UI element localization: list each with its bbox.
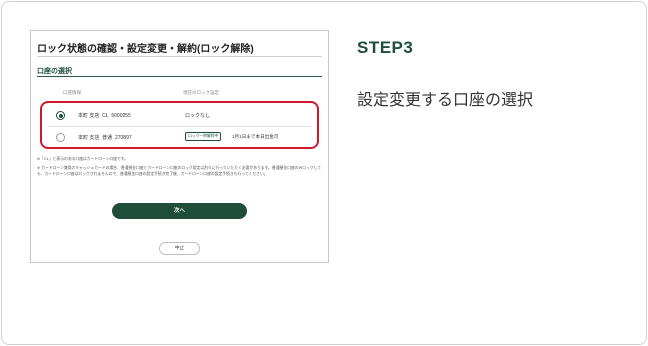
account-type: CL: [102, 113, 109, 119]
account-row[interactable]: 本町 支店 CL 5000255 ロックなし: [44, 105, 315, 126]
account-type: 普通: [102, 135, 113, 141]
step-title: STEP3: [357, 38, 414, 57]
column-header-account: 口座情報: [63, 90, 81, 95]
note-text: ※ カードローン兼用のキャッシュカードの場合、普通預金口座とカードローン口座のロ…: [37, 166, 322, 176]
account-number: 5000255: [111, 113, 131, 119]
account-radio-selected[interactable]: [56, 111, 65, 120]
lock-status-badge: ロック一時解除中: [185, 132, 222, 141]
account-selection-highlight: 本町 支店 CL 5000255 ロックなし 本町 支店 普通 270897 ロ…: [40, 101, 319, 149]
title-divider: [37, 56, 322, 57]
lock-status: 1月1日まで本日出金可: [232, 134, 279, 139]
account-branch: 本町 支店: [78, 113, 100, 119]
step-description: 設定変更する口座の選択: [357, 92, 534, 109]
column-header-status: 現在のロック設定: [183, 90, 219, 95]
ui-screenshot: ロック状態の確認・設定変更・解約(ロック解除) 口座の選択 口座情報 現在のロッ…: [30, 30, 329, 263]
section-divider: [37, 76, 322, 77]
cancel-button[interactable]: 中止: [159, 242, 200, 255]
next-button[interactable]: 次へ: [112, 203, 247, 219]
account-branch: 本町 支店: [78, 135, 100, 141]
account-radio[interactable]: [56, 133, 65, 142]
section-label: 口座の選択: [37, 68, 72, 75]
step-card: ロック状態の確認・設定変更・解約(ロック解除) 口座の選択 口座情報 現在のロッ…: [1, 1, 647, 345]
account-number: 270897: [114, 135, 132, 141]
note-text: ※「CL」と表示のある口座はカードローン口座です。: [37, 157, 128, 161]
account-row[interactable]: 本町 支店 普通 270897 ロック一時解除中 1月1日まで本日出金可: [44, 127, 315, 148]
page-title: ロック状態の確認・設定変更・解約(ロック解除): [37, 44, 254, 55]
account-info: 本町 支店 CL 5000255: [78, 112, 131, 119]
lock-status: ロックなし: [185, 113, 211, 119]
account-info: 本町 支店 普通 270897: [78, 134, 132, 141]
